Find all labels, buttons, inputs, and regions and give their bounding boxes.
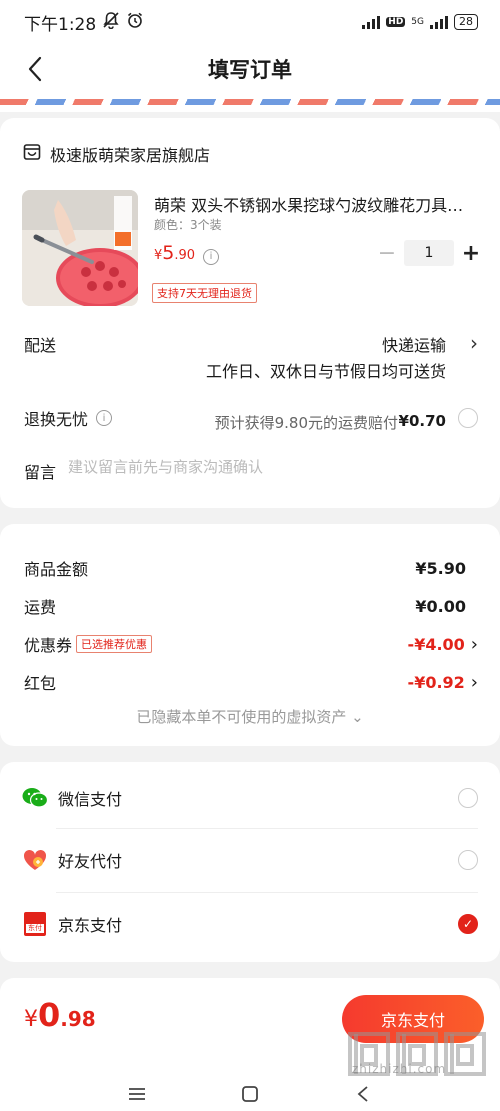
status-left: 下午1:28 — [24, 10, 144, 35]
status-time: 下午1:28 — [24, 14, 97, 35]
insurance-price: ¥0.70 — [398, 412, 446, 430]
goods-amount-value: ¥5.90 — [415, 558, 466, 578]
hidden-assets-toggle[interactable]: 已隐藏本单不可使用的虚拟资产 ⌄ — [0, 706, 500, 727]
shop-row[interactable]: 极速版萌荣家居旗舰店 — [22, 142, 210, 166]
quantity-stepper: − 1 + — [374, 240, 484, 266]
signal-icon — [362, 15, 381, 29]
watermark-logo — [348, 1032, 486, 1076]
store-icon — [22, 142, 42, 166]
red-packet-value: -¥0.92 — [407, 672, 465, 692]
chevron-right-icon: › — [470, 671, 478, 693]
battery-icon: 28 — [454, 14, 478, 30]
divider — [56, 892, 478, 893]
page-title: 填写订单 — [208, 58, 292, 82]
delivery-method[interactable]: 快递运输 — [382, 332, 446, 356]
radio-jd-checked[interactable]: ✓ — [458, 914, 478, 934]
status-right: HD 5G 28 — [362, 14, 478, 30]
payment-label-jd: 京东支付 — [58, 916, 123, 935]
radio-wechat[interactable] — [458, 788, 478, 808]
insurance-radio[interactable] — [458, 408, 478, 428]
chevron-right-icon[interactable]: › — [470, 331, 478, 355]
payment-label-friend: 好友代付 — [58, 852, 123, 871]
insurance-text: 预计获得9.80元的运费赔付 — [214, 414, 398, 432]
back-nav-icon[interactable] — [350, 1084, 376, 1104]
product-variant[interactable]: 颜色：3个装 — [154, 216, 222, 233]
payment-methods-card: 微信支付 好友代付 东付 京东支付 ✓ — [0, 762, 500, 962]
payment-option-friend[interactable]: 好友代付 — [22, 830, 478, 890]
mute-icon — [102, 11, 120, 34]
quantity-value[interactable]: 1 — [404, 240, 454, 266]
price-main: 5 — [162, 242, 175, 264]
product-price: ¥ 5 .90 i — [154, 242, 220, 265]
red-packet-row[interactable]: 红包 -¥0.92 › — [24, 670, 478, 694]
info-icon[interactable]: i — [96, 410, 113, 426]
price-currency: ¥ — [154, 248, 163, 263]
payment-label-wechat: 微信支付 — [58, 790, 123, 809]
return-policy-tag: 支持7天无理由退货 — [152, 283, 257, 303]
watermark-text: zhizhizhi.com — [352, 1062, 447, 1076]
message-input[interactable] — [68, 458, 468, 476]
chevron-right-icon: › — [470, 633, 478, 655]
message-label: 留言 — [24, 463, 57, 482]
jd-pay-icon-text: 东付 — [26, 924, 44, 933]
delivery-label: 配送 — [24, 336, 57, 355]
network-label: 5G — [411, 17, 424, 27]
goods-amount-row: 商品金额 ¥5.90 — [24, 556, 466, 580]
total-currency: ¥ — [24, 1007, 38, 1032]
signal-icon-2 — [430, 15, 448, 29]
hd-icon: HD — [386, 17, 406, 27]
friend-pay-icon — [22, 847, 48, 873]
radio-friend[interactable] — [458, 850, 478, 870]
jd-pay-icon: 东付 — [22, 911, 48, 937]
status-bar: 下午1:28 HD 5G 28 — [0, 0, 500, 44]
product-image[interactable] — [22, 190, 138, 306]
insurance-label-row: 退换无忧 i — [24, 406, 113, 430]
product-title[interactable]: 萌荣 双头不锈钢水果挖球勺波纹雕花刀具果盘工具 — [154, 192, 470, 216]
total-main: 0 — [38, 996, 61, 1034]
nav-bar: 填写订单 — [0, 44, 500, 94]
home-icon[interactable] — [237, 1084, 263, 1104]
chevron-left-icon — [28, 56, 42, 82]
coupon-value: -¥4.00 — [407, 634, 465, 654]
shipping-label: 运费 — [24, 598, 57, 617]
price-decimal: .90 — [174, 248, 196, 263]
menu-icon[interactable] — [124, 1084, 150, 1104]
increase-button[interactable]: + — [458, 241, 484, 266]
shop-name: 极速版萌荣家居旗舰店 — [50, 146, 211, 165]
airmail-border — [0, 94, 500, 112]
payment-option-jd[interactable]: 东付 京东支付 ✓ — [22, 894, 478, 954]
coupon-row[interactable]: 优惠券 已选推荐优惠 -¥4.00 › — [24, 632, 478, 656]
shipping-value: ¥0.00 — [415, 596, 466, 616]
airmail-stripe — [0, 99, 500, 105]
order-item-card: 极速版萌荣家居旗舰店 萌荣 双头不锈钢水果挖球勺波纹雕花刀具果盘工具 颜色：3个… — [0, 118, 500, 508]
system-nav-bar — [0, 1084, 500, 1104]
insurance-label: 退换无忧 — [24, 410, 89, 429]
coupon-tag: 已选推荐优惠 — [76, 635, 153, 653]
shipping-row: 运费 ¥0.00 — [24, 594, 466, 618]
info-icon[interactable]: i — [203, 248, 220, 265]
total-decimal: .98 — [60, 1007, 96, 1031]
red-packet-label: 红包 — [24, 674, 57, 693]
price-summary-card: 商品金额 ¥5.90 运费 ¥0.00 优惠券 已选推荐优惠 -¥4.00 › … — [0, 524, 500, 746]
coupon-label: 优惠券 — [24, 636, 73, 655]
wechat-pay-icon — [22, 785, 48, 811]
payment-option-wechat[interactable]: 微信支付 — [22, 768, 478, 828]
back-button[interactable] — [20, 52, 50, 86]
decrease-button[interactable]: − — [374, 241, 400, 266]
delivery-note: 工作日、双休日与节假日均可送货 — [205, 362, 446, 381]
alarm-icon — [126, 11, 144, 34]
divider — [56, 828, 478, 829]
goods-amount-label: 商品金额 — [24, 560, 89, 579]
total-price: ¥ 0 .98 — [24, 996, 96, 1034]
